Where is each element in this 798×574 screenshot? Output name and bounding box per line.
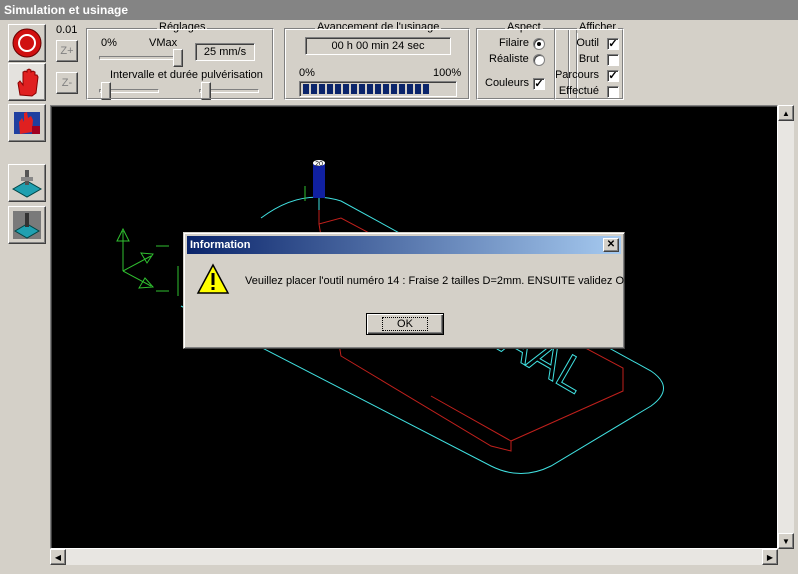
progress-end-label: 100% [433, 67, 462, 79]
progress-block [407, 84, 413, 94]
afficher-legend: Afficher [577, 21, 619, 33]
effectue-checkbox[interactable] [607, 86, 619, 98]
reglages-group: Réglages 0% VMax 25 mm/s Intervalle et d… [86, 21, 274, 100]
progress-bar [299, 81, 457, 97]
progress-block [383, 84, 389, 94]
couleurs-checkbox[interactable]: ✓ [533, 78, 545, 90]
progress-block [303, 84, 309, 94]
ok-label: OK [382, 317, 428, 331]
warning-icon [196, 263, 230, 294]
filaire-radio[interactable] [533, 38, 545, 50]
aspect-legend: Aspect [505, 21, 543, 33]
pause-hand-button[interactable] [8, 63, 46, 101]
machine-2-icon [13, 211, 41, 239]
progress-block [351, 84, 357, 94]
speed-field[interactable]: 25 mm/s [195, 43, 255, 61]
horizontal-scrollbar[interactable]: ◀ ▶ [50, 549, 778, 565]
stop-image-button[interactable] [8, 104, 46, 142]
filaire-label: Filaire [499, 37, 529, 49]
avancement-group: Avancement de l'usinage 00 h 00 min 24 s… [284, 21, 470, 100]
progress-block [327, 84, 333, 94]
interval-slider-thumb[interactable] [101, 82, 111, 100]
window-title: Simulation et usinage [0, 0, 798, 20]
vertical-scrollbar[interactable]: ▲ ▼ [778, 105, 794, 549]
stop-button[interactable] [8, 24, 46, 62]
brut-checkbox[interactable] [607, 54, 619, 66]
z-plus-button[interactable]: Z+ [56, 40, 78, 62]
progress-block [423, 84, 429, 94]
hand-image-icon [14, 112, 40, 134]
vmax-label: VMax [149, 37, 178, 49]
realiste-label: Réaliste [489, 53, 529, 65]
elapsed-time: 00 h 00 min 24 sec [305, 37, 451, 55]
tool-shank [313, 164, 325, 198]
dialog-close-button[interactable]: ✕ [603, 238, 619, 252]
parcours-checkbox[interactable]: ✓ [607, 70, 619, 82]
scroll-up-arrow[interactable]: ▲ [778, 105, 794, 121]
progress-block [399, 84, 405, 94]
hand-stop-icon [17, 68, 39, 97]
stop-icon [12, 28, 42, 58]
vmax-slider-track [99, 56, 183, 60]
scroll-left-arrow[interactable]: ◀ [50, 549, 66, 565]
progress-block [335, 84, 341, 94]
duration-slider-thumb[interactable] [201, 82, 211, 100]
information-dialog: Information ✕ Veuillez placer l'outil nu… [183, 232, 631, 349]
realiste-radio[interactable] [533, 54, 545, 66]
dialog-title: Information [190, 239, 251, 251]
machine-view-button[interactable] [8, 206, 46, 244]
machine-icon [11, 170, 43, 198]
dialog-titlebar: Information ✕ [187, 236, 621, 254]
progress-block [367, 84, 373, 94]
z-minus-button[interactable]: Z- [56, 72, 78, 94]
vmax-min-label: 0% [101, 37, 117, 49]
effectue-label: Effectué [558, 85, 599, 97]
scroll-right-arrow[interactable]: ▶ [762, 549, 778, 565]
progress-block [311, 84, 317, 94]
progress-block [343, 84, 349, 94]
couleurs-label: Couleurs [485, 77, 530, 89]
dialog-message: Veuillez placer l'outil numéro 14 : Frai… [245, 275, 632, 287]
progress-block [359, 84, 365, 94]
brut-label: Brut [578, 53, 599, 65]
parcours-label: Parcours [554, 69, 599, 81]
progress-block [375, 84, 381, 94]
outil-checkbox[interactable]: ✓ [607, 38, 619, 50]
ok-button[interactable]: OK [366, 313, 444, 335]
progress-block [391, 84, 397, 94]
machine-button[interactable] [8, 164, 46, 202]
progress-block [415, 84, 421, 94]
vmax-slider-thumb[interactable] [173, 49, 183, 67]
avancement-legend: Avancement de l'usinage [315, 21, 442, 33]
scroll-down-arrow[interactable]: ▼ [778, 533, 794, 549]
simulation-window: Simulation et usinage 0.01 Z+ Z- Réglage… [0, 0, 798, 574]
reglages-legend: Réglages [157, 21, 208, 33]
step-value: 0.01 [56, 24, 78, 36]
progress-start-label: 0% [299, 67, 315, 79]
interval-label: Intervalle et durée pulvérisation [110, 69, 263, 81]
outil-label: Outil [576, 37, 599, 49]
afficher-group: Afficher Outil ✓ Brut Parcours ✓ Effectu… [554, 21, 624, 100]
tool-number: 20 [315, 161, 323, 168]
progress-block [319, 84, 325, 94]
